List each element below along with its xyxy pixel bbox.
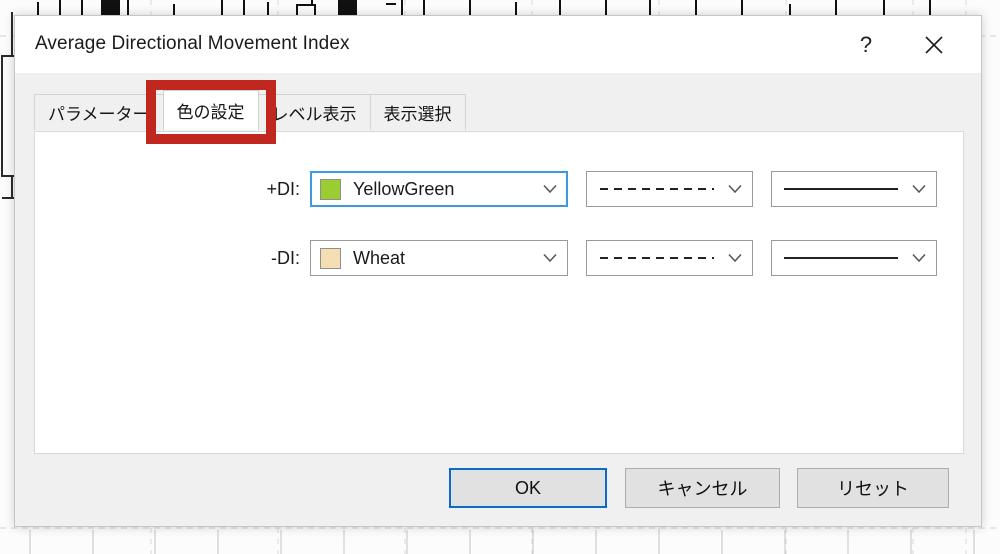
- chevron-down-icon: [912, 253, 926, 263]
- help-icon: ?: [859, 31, 873, 57]
- line-style-combo-plus-di[interactable]: [586, 171, 753, 207]
- cancel-button[interactable]: キャンセル: [625, 468, 780, 508]
- tab-label: 色の設定: [176, 103, 245, 122]
- adx-settings-dialog: Average Directional Movement Index ? パラメ…: [14, 15, 982, 527]
- color-row-plus-di: +DI: YellowGreen: [35, 171, 937, 207]
- reset-button[interactable]: リセット: [797, 468, 949, 508]
- tab-levels[interactable]: レベル表示: [257, 94, 371, 130]
- chevron-down-icon: [543, 253, 557, 263]
- ok-button[interactable]: OK: [449, 468, 607, 508]
- tab-colors[interactable]: 色の設定: [162, 90, 259, 130]
- color-row-minus-di: -DI: Wheat: [35, 240, 937, 276]
- tab-strip: パラメーター 色の設定 レベル表示 表示選択: [34, 90, 466, 130]
- tab-label: パラメーター: [48, 105, 150, 124]
- color-settings-panel: +DI: YellowGreen -DI: Wheat: [34, 131, 964, 454]
- color-swatch: [320, 247, 341, 269]
- color-combo-plus-di[interactable]: YellowGreen: [310, 171, 568, 207]
- dialog-titlebar: Average Directional Movement Index ?: [15, 16, 981, 74]
- tab-label: 表示選択: [383, 105, 452, 124]
- tab-visualization[interactable]: 表示選択: [369, 94, 466, 130]
- line-style-combo-minus-di[interactable]: [586, 240, 753, 276]
- close-button[interactable]: [907, 16, 961, 73]
- close-icon: [923, 34, 945, 56]
- chevron-down-icon: [543, 184, 557, 194]
- tab-label: レベル表示: [271, 105, 357, 124]
- chevron-down-icon: [912, 184, 926, 194]
- line-width-combo-plus-di[interactable]: [771, 171, 937, 207]
- color-swatch: [320, 178, 341, 200]
- reset-button-label: リセット: [837, 479, 909, 499]
- color-name: YellowGreen: [353, 178, 455, 199]
- row-label: -DI:: [271, 247, 300, 268]
- help-button[interactable]: ?: [839, 16, 893, 73]
- dialog-footer: OK キャンセル リセット: [15, 468, 981, 528]
- ok-button-label: OK: [514, 477, 541, 498]
- dialog-title: Average Directional Movement Index: [35, 33, 350, 54]
- line-width-combo-minus-di[interactable]: [771, 240, 937, 276]
- cancel-button-label: キャンセル: [657, 479, 748, 499]
- chevron-down-icon: [728, 253, 742, 263]
- color-name: Wheat: [353, 247, 406, 268]
- tab-parameters[interactable]: パラメーター: [34, 94, 164, 130]
- row-label: +DI:: [266, 178, 300, 199]
- chevron-down-icon: [728, 184, 742, 194]
- screen-root: Average Directional Movement Index ? パラメ…: [0, 0, 1000, 554]
- color-combo-minus-di[interactable]: Wheat: [310, 240, 568, 276]
